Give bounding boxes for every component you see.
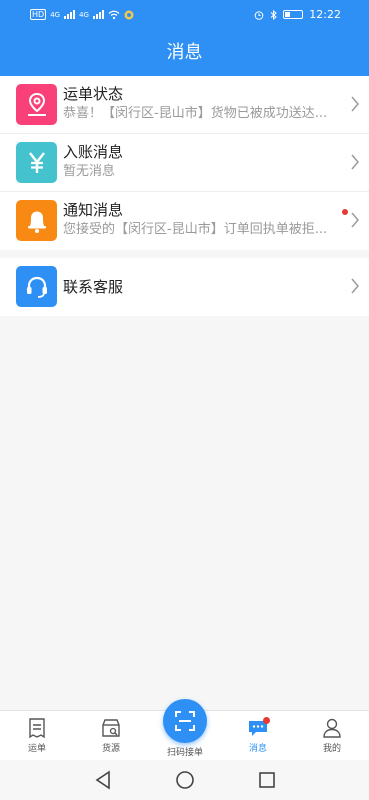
recents-icon[interactable] (258, 770, 276, 790)
tab-cargo[interactable]: 货源 (86, 717, 136, 754)
message-subtitle: 恭喜！【闵行区-昆山市】货物已被成功送达... (63, 106, 328, 121)
contact-service-item[interactable]: 联系客服 (0, 258, 369, 316)
scan-order-label: 扫码接单 (166, 748, 203, 758)
battery-icon (283, 10, 304, 19)
scan-icon (175, 711, 195, 731)
scan-order-button[interactable] (163, 699, 207, 743)
cargo-search-icon (102, 719, 120, 737)
message-title: 运单状态 (63, 85, 124, 103)
message-item-income[interactable]: 入账消息 暂无消息 (0, 134, 369, 192)
user-icon (323, 718, 341, 738)
status-bar: HD 4G 4G 12:22 (0, 0, 369, 30)
tab-messages[interactable]: 消息 (233, 717, 283, 754)
tab-profile[interactable]: 我的 (307, 717, 357, 754)
signal-icon-2 (92, 10, 104, 19)
message-title: 通知消息 (63, 201, 124, 219)
unread-dot (342, 209, 348, 215)
tab-waybill[interactable]: 运单 (12, 717, 62, 754)
network-label-2: 4G (79, 10, 89, 19)
message-item-notification[interactable]: 通知消息 您接受的【闵行区-昆山市】订单回执单被拒... (0, 192, 369, 250)
tab-label: 我的 (322, 744, 341, 754)
page-title: 消息 (166, 42, 203, 63)
tab-label: 货源 (101, 744, 120, 754)
back-icon[interactable] (94, 770, 112, 790)
service-icon-box (16, 266, 57, 307)
message-title: 入账消息 (63, 143, 124, 161)
yen-icon (28, 151, 45, 173)
tab-badge-dot (263, 717, 270, 724)
alarm-icon (254, 10, 264, 20)
status-left: HD 4G 4G (30, 9, 134, 20)
system-nav-bar (0, 760, 369, 800)
message-subtitle: 您接受的【闵行区-昆山市】订单回执单被拒... (63, 222, 328, 237)
waybill-icon (29, 718, 45, 739)
location-pin-icon (27, 92, 46, 116)
message-subtitle: 暂无消息 (63, 164, 116, 179)
status-right: 12:22 (254, 8, 341, 21)
tab-label: 运单 (27, 744, 46, 754)
tab-label: 消息 (248, 744, 267, 754)
message-icon-box (16, 142, 57, 183)
status-time: 12:22 (309, 8, 341, 21)
headset-icon (26, 276, 47, 298)
message-list: 运单状态 恭喜！【闵行区-昆山市】货物已被成功送达... 入账消息 暂无消息 通… (0, 76, 369, 250)
chevron-right-icon (351, 154, 359, 170)
app-notification-icon (124, 10, 134, 19)
network-label-1: 4G (50, 10, 61, 19)
page-header: 消息 (0, 30, 369, 76)
home-icon[interactable] (175, 770, 195, 790)
message-icon-box (16, 200, 57, 241)
hd-label: HD (30, 9, 47, 20)
message-icon-box (16, 84, 57, 125)
bell-icon (27, 211, 46, 233)
chevron-right-icon (351, 278, 359, 294)
chevron-right-icon (351, 96, 359, 112)
message-texts: 运单状态 恭喜！【闵行区-昆山市】货物已被成功送达... (63, 84, 351, 124)
signal-icon (64, 10, 76, 19)
service-title: 联系客服 (63, 278, 124, 296)
bluetooth-icon (270, 9, 278, 20)
message-texts: 通知消息 您接受的【闵行区-昆山市】订单回执单被拒... (63, 200, 351, 240)
chevron-right-icon (351, 212, 359, 228)
wifi-icon (108, 10, 120, 19)
message-texts: 入账消息 暂无消息 (63, 142, 351, 182)
message-item-waybill-status[interactable]: 运单状态 恭喜！【闵行区-昆山市】货物已被成功送达... (0, 76, 369, 134)
